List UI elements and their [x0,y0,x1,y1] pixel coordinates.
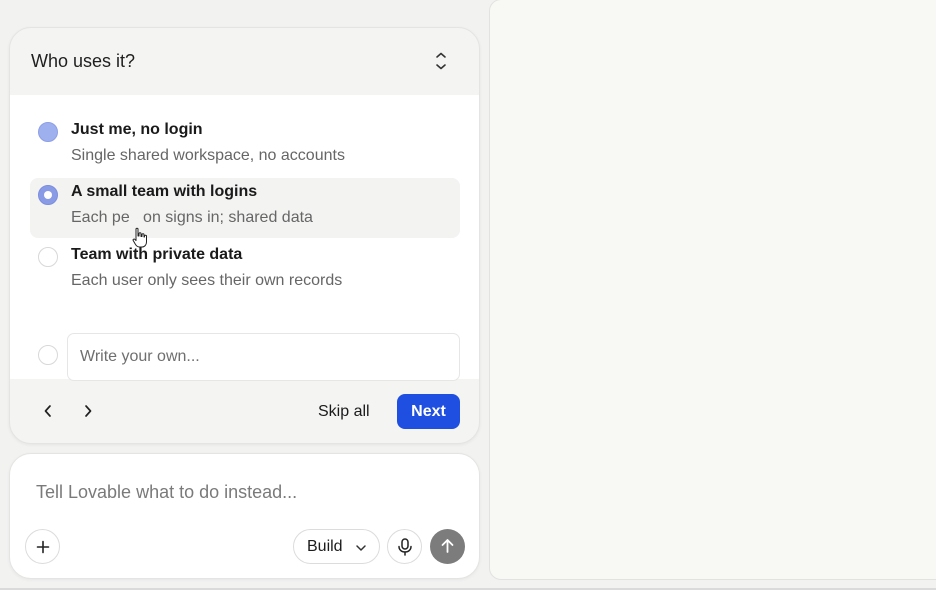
write-own-input[interactable] [67,333,460,381]
option-small-team[interactable]: A small team with logins Each pe on sign… [30,178,460,238]
preview-panel [489,0,936,580]
previous-button[interactable] [38,401,58,421]
question-header: Who uses it? [10,28,479,95]
collapse-button[interactable] [430,50,452,72]
send-button[interactable] [430,529,465,564]
write-own-radio[interactable] [38,345,58,365]
microphone-button[interactable] [387,529,422,564]
arrow-up-icon [441,539,454,553]
option-title: Just me, no login [71,121,203,138]
mode-selector[interactable]: Build [293,529,380,564]
option-title: A small team with logins [71,183,258,200]
chevron-right-icon [85,405,92,417]
option-radio[interactable] [38,122,58,142]
next-button[interactable]: Next [397,394,460,429]
chevron-left-icon [44,405,51,417]
option-description: Each user only sees their own records [71,272,343,289]
option-radio-selected[interactable] [38,185,58,205]
options-list: Just me, no login Single shared workspac… [10,95,479,381]
option-description: Single shared workspace, no accounts [71,147,345,164]
question-title: Who uses it? [31,51,136,71]
next-arrow-button[interactable] [78,401,98,421]
hand-cursor-icon [132,227,147,248]
option-radio[interactable] [38,247,58,267]
option-description: Each pe on signs in; shared data [71,209,313,226]
plus-icon [36,540,50,554]
chat-composer: Build [9,453,480,579]
attach-button[interactable] [25,529,60,564]
option-title: Team with private data [71,246,243,263]
question-card: Who uses it? Just me, no login Single sh… [9,27,480,444]
collapse-icon [436,52,446,70]
chat-input[interactable] [24,476,464,508]
chat-panel: Who uses it? Just me, no login Single sh… [0,0,489,590]
chevron-down-icon [356,545,366,551]
microphone-icon [398,538,412,556]
option-just-me[interactable]: Just me, no login Single shared workspac… [30,116,460,176]
question-footer: Skip all Next [10,379,479,443]
skip-all-button[interactable]: Skip all [310,397,378,427]
option-private-data[interactable]: Team with private data Each user only se… [30,241,460,301]
mode-label: Build [307,538,343,555]
